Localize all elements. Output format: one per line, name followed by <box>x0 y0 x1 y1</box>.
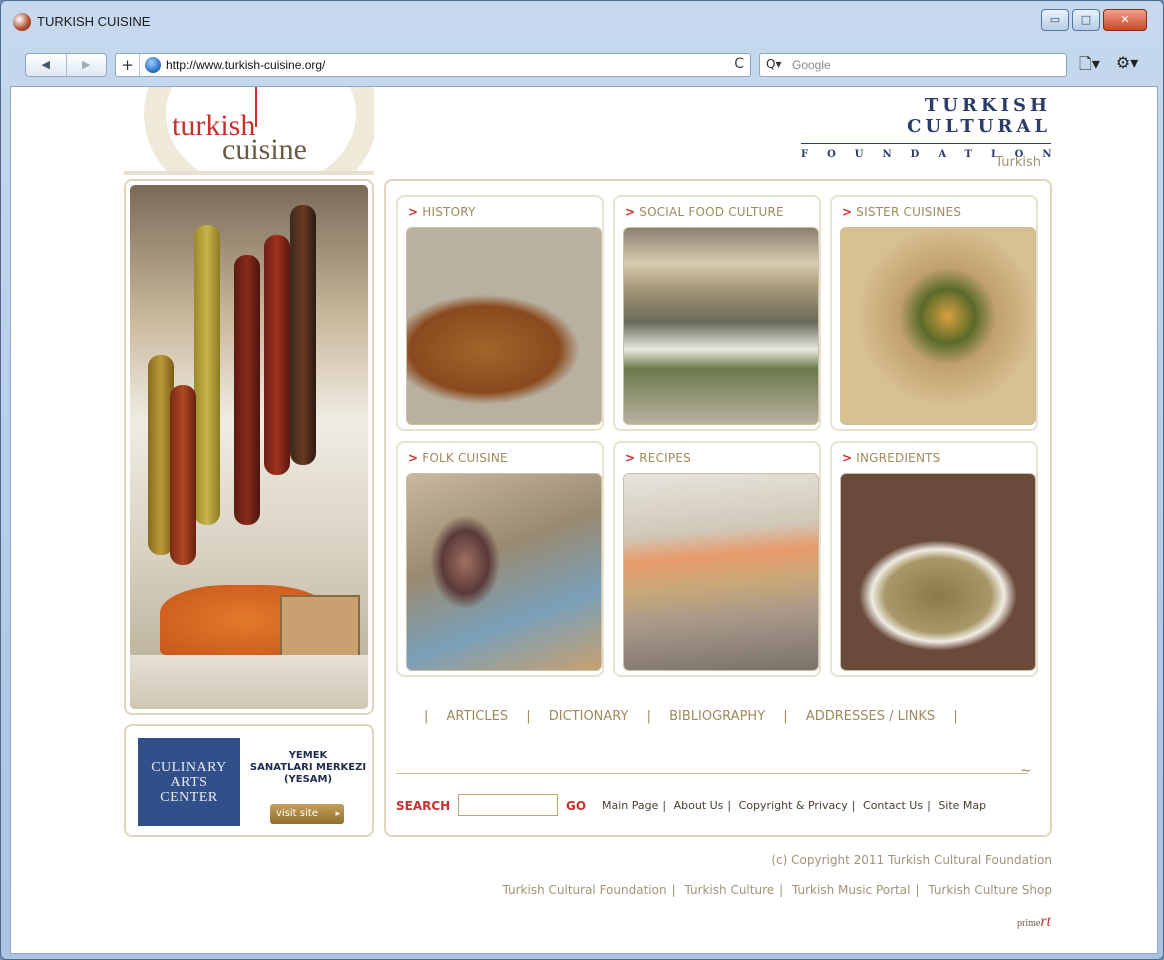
main-panel: > HISTORY > SOCIAL FOOD CULTURE > SISTER CU… <box>384 179 1052 837</box>
window-controls: ▭ □ ✕ <box>1041 9 1147 31</box>
language-link[interactable]: Turkish <box>971 155 1041 170</box>
card-label-folk-cuisine[interactable]: FOLK CUISINE <box>422 451 508 465</box>
address-bar[interactable]: + http://www.turkish-cuisine.org/ C <box>115 53 751 77</box>
browser-window: TURKISH CUISINE ▭ □ ✕ ◀ ▶ + http://www.t… <box>0 0 1164 960</box>
logo-word-cuisine: cuisine <box>222 133 307 166</box>
card-label-sister-cuisines[interactable]: SISTER CUISINES <box>856 205 961 219</box>
link-turkish-culture[interactable]: Turkish Culture <box>684 883 774 897</box>
add-bookmark-icon[interactable]: + <box>116 54 140 76</box>
foundation-name: TURKISH CULTURAL <box>907 95 1051 137</box>
navigation-bar: ◀ ▶ + http://www.turkish-cuisine.org/ C … <box>11 51 1155 79</box>
card-image-history[interactable] <box>406 227 602 425</box>
link-site-map[interactable]: Site Map <box>938 799 986 812</box>
search-label: SEARCH <box>396 799 451 813</box>
card-recipes[interactable]: > RECIPES <box>613 441 821 677</box>
browser-icon <box>13 13 31 31</box>
web-search-field[interactable]: Q▾ Google <box>759 53 1067 77</box>
card-image-sister-cuisines[interactable] <box>840 227 1036 425</box>
ornament-icon: ~ <box>1020 763 1032 779</box>
foundation-rule <box>801 143 1051 144</box>
chevron-right-icon: > <box>842 451 853 465</box>
market-photo-frame <box>124 179 374 715</box>
card-ingredients[interactable]: > INGREDIENTS <box>830 441 1038 677</box>
chevron-right-icon: > <box>625 451 636 465</box>
card-label-social-food-culture[interactable]: SOCIAL FOOD CULTURE <box>639 205 784 219</box>
card-label-ingredients[interactable]: INGREDIENTS <box>856 451 940 465</box>
yesam-line-3: (YESAM) <box>283 774 333 785</box>
partner-sites: Turkish Cultural Foundation | Turkish Cul… <box>502 883 1053 897</box>
search-engine-icon[interactable]: Q▾ <box>766 57 781 71</box>
yesam-line-1: YEMEK <box>288 750 328 761</box>
card-folk-cuisine[interactable]: > FOLK CUISINE <box>396 441 604 677</box>
site-search-input[interactable] <box>458 794 558 816</box>
nav-addresses-links[interactable]: ADDRESSES / LINKS <box>806 709 935 724</box>
history-buttons: ◀ ▶ <box>25 53 107 77</box>
divider <box>396 773 1028 774</box>
url-text[interactable]: http://www.turkish-cuisine.org/ <box>166 58 325 72</box>
credit-mark: rt <box>1040 913 1051 930</box>
logo-underline <box>124 171 374 175</box>
gear-icon[interactable]: ⚙▾ <box>1116 53 1138 80</box>
globe-icon <box>145 57 161 73</box>
market-photo <box>130 185 368 709</box>
section-nav: | ARTICLES | DICTIONARY | BIBLIOGRAPHY |… <box>424 709 958 724</box>
link-turkish-cultural-foundation[interactable]: Turkish Cultural Foundation <box>503 883 667 897</box>
reload-icon[interactable]: C <box>734 56 744 72</box>
nav-dictionary[interactable]: DICTIONARY <box>549 709 629 724</box>
footer-links: Main Page | About Us | Copyright & Privacy… <box>602 799 987 812</box>
minimize-icon[interactable]: ▭ <box>1041 9 1069 31</box>
culinary-arts-banner[interactable]: CULINARY ARTS CENTER YEMEK SANATLARI MER… <box>124 724 374 837</box>
page-menu-icon[interactable]: 🗋▾ <box>1079 53 1100 80</box>
page-viewport: turkish cuisine TURKISH CULTURAL FOUNDAT… <box>10 86 1158 954</box>
nav-bibliography[interactable]: BIBLIOGRAPHY <box>669 709 765 724</box>
cac-line-3: CENTER <box>160 790 218 805</box>
nav-articles[interactable]: ARTICLES <box>447 709 509 724</box>
foundation-logo[interactable]: TURKISH CULTURAL FOUNDATION <box>801 95 1052 160</box>
credit-text: prime <box>1017 918 1041 929</box>
cac-line-2: ARTS <box>170 775 208 790</box>
maximize-icon[interactable]: □ <box>1072 9 1100 31</box>
site-logo[interactable]: turkish cuisine <box>124 87 374 175</box>
link-turkish-music-portal[interactable]: Turkish Music Portal <box>792 883 910 897</box>
link-about-us[interactable]: About Us <box>674 799 724 812</box>
chevron-right-icon: > <box>842 205 853 219</box>
chevron-right-icon: > <box>408 451 419 465</box>
link-copyright-privacy[interactable]: Copyright & Privacy <box>739 799 848 812</box>
back-icon[interactable]: ◀ <box>26 54 66 76</box>
card-image-ingredients[interactable] <box>840 473 1036 671</box>
card-label-history[interactable]: HISTORY <box>422 205 475 219</box>
card-label-recipes[interactable]: RECIPES <box>639 451 691 465</box>
visit-site-button[interactable]: visit site <box>270 804 344 824</box>
chevron-right-icon: > <box>625 205 636 219</box>
cac-line-1: CULINARY <box>151 760 227 775</box>
yesam-title: YEMEK SANATLARI MERKEZI (YESAM) <box>244 750 372 786</box>
culinary-arts-logo: CULINARY ARTS CENTER <box>138 738 240 826</box>
link-main-page[interactable]: Main Page <box>602 799 658 812</box>
card-image-folk-cuisine[interactable] <box>406 473 602 671</box>
link-turkish-culture-shop[interactable]: Turkish Culture Shop <box>928 883 1052 897</box>
card-image-social-food-culture[interactable] <box>623 227 819 425</box>
card-image-recipes[interactable] <box>623 473 819 671</box>
browser-menus: 🗋▾ ⚙▾ <box>1079 53 1138 80</box>
title-bar: TURKISH CUISINE ▭ □ ✕ <box>1 1 1163 45</box>
link-contact-us[interactable]: Contact Us <box>863 799 923 812</box>
designer-credit[interactable]: primert <box>971 913 1051 931</box>
close-icon[interactable]: ✕ <box>1103 9 1147 31</box>
card-sister-cuisines[interactable]: > SISTER CUISINES <box>830 195 1038 431</box>
search-placeholder: Google <box>792 58 831 72</box>
card-social-food-culture[interactable]: > SOCIAL FOOD CULTURE <box>613 195 821 431</box>
card-history[interactable]: > HISTORY <box>396 195 604 431</box>
go-button[interactable]: GO <box>566 799 586 813</box>
chevron-right-icon: > <box>408 205 419 219</box>
window-title: TURKISH CUISINE <box>37 14 151 29</box>
copyright-text: (c) Copyright 2011 Turkish Cultural Foun… <box>771 853 1052 867</box>
forward-icon[interactable]: ▶ <box>65 54 107 76</box>
yesam-line-2: SANATLARI MERKEZI <box>249 762 367 773</box>
